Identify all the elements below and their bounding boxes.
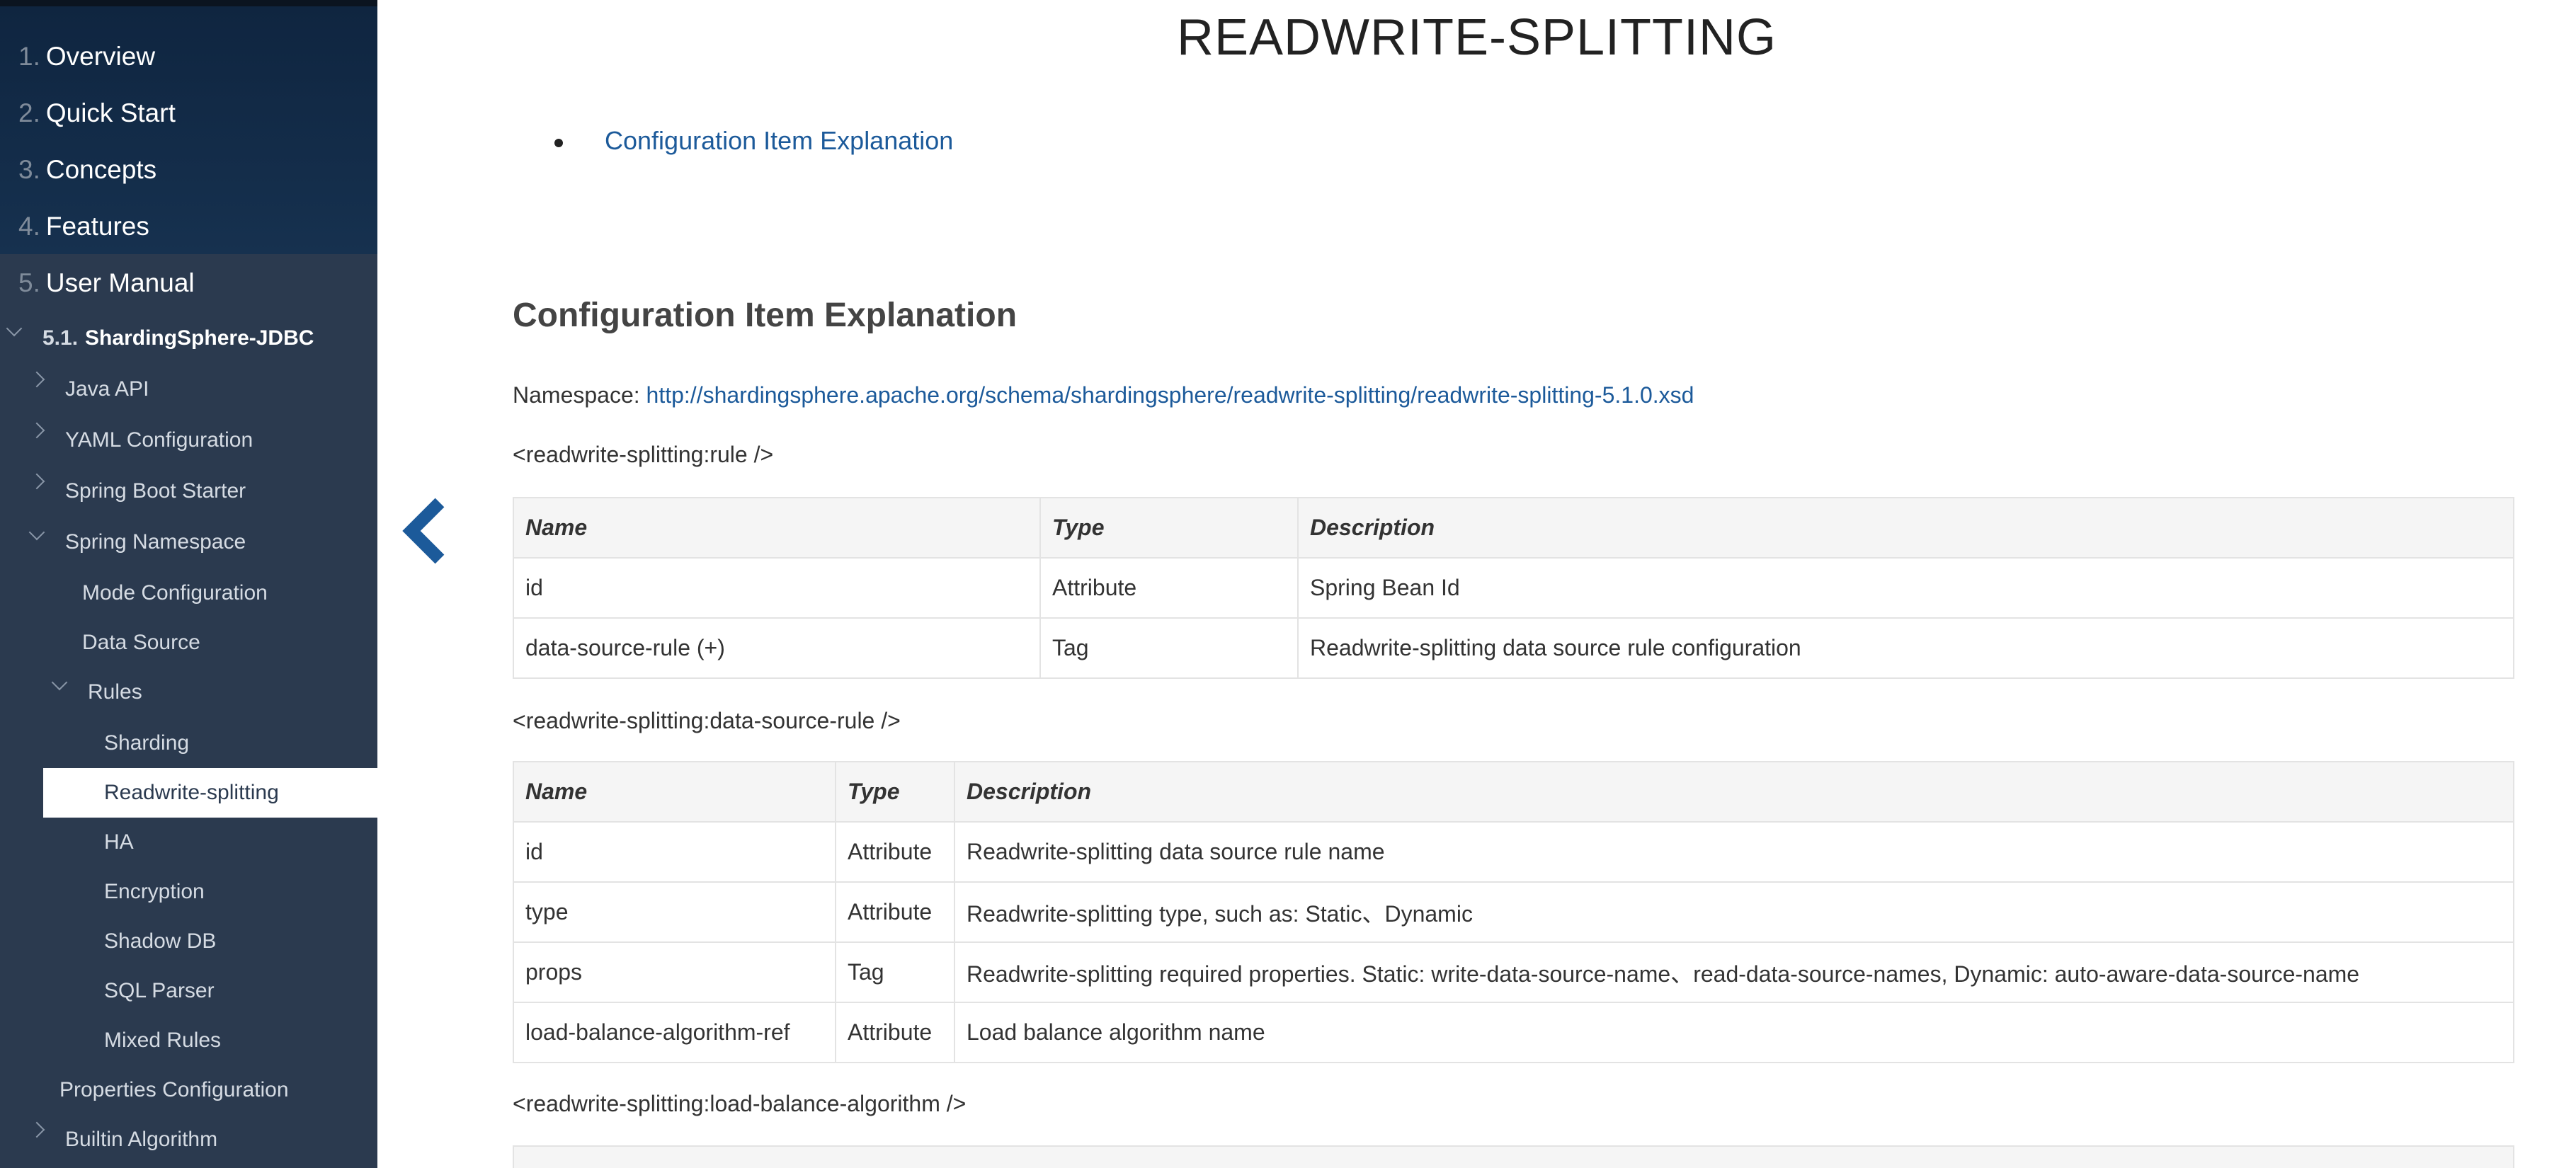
- data-source-rule-tag-text: <readwrite-splitting:data-source-rule />: [513, 708, 901, 733]
- chapter-label: User Manual: [45, 268, 195, 297]
- sidebar-item-properties-configuration[interactable]: Properties Configuration: [59, 1065, 289, 1115]
- sidebar-item-mixed-rules[interactable]: Mixed Rules: [104, 1016, 221, 1065]
- sidebar-item-java-api[interactable]: Java API: [65, 365, 149, 414]
- table-row: load-balance-algorithm-ref Attribute Loa…: [513, 1002, 2514, 1063]
- cell-name: id: [513, 557, 1041, 619]
- table-row: id Attribute Spring Bean Id: [513, 557, 2514, 619]
- sidebar-chapter-overview[interactable]: 1. Overview: [18, 28, 155, 85]
- sidebar-topbar: [0, 0, 377, 6]
- cell-type: Tag: [835, 941, 955, 1003]
- chevron-down-icon[interactable]: [6, 320, 23, 337]
- namespace-link[interactable]: http://shardingsphere.apache.org/schema/…: [646, 382, 1694, 408]
- chapter-number: 4.: [18, 212, 40, 241]
- sidebar-item-ha[interactable]: HA: [104, 818, 134, 867]
- page-title: READWRITE-SPLITTING: [1176, 9, 1777, 66]
- load-balance-tag-text: <readwrite-splitting:load-balance-algori…: [513, 1091, 967, 1116]
- table-row: data-source-rule (+) Tag Readwrite-split…: [513, 617, 2514, 679]
- table-row: id Attribute Readwrite-splitting data so…: [513, 821, 2514, 883]
- sidebar-chapter-user-manual[interactable]: 5. User Manual: [18, 255, 195, 311]
- sidebar-item-mode-configuration[interactable]: Mode Configuration: [82, 568, 268, 618]
- column-header-description: Description: [954, 761, 2514, 823]
- chapter-label: Concepts: [45, 155, 157, 184]
- sidebar-item-yaml-configuration[interactable]: YAML Configuration: [65, 416, 253, 465]
- chevron-right-icon[interactable]: [28, 371, 45, 388]
- sidebar-item-builtin-algorithm[interactable]: Builtin Algorithm: [65, 1115, 217, 1164]
- cell-description: Load balance algorithm name: [954, 1002, 2514, 1063]
- chevron-right-icon[interactable]: [28, 473, 45, 490]
- column-header-type: Type: [1039, 497, 1299, 559]
- sidebar: 1. Overview 2. Quick Start 3. Concepts 4. Fe…: [0, 0, 377, 1168]
- cell-description: Readwrite-splitting type, such as: Stati…: [954, 881, 2514, 943]
- cell-name: props: [513, 941, 836, 1003]
- chapter-label: Overview: [45, 42, 156, 71]
- sidebar-item-readwrite-splitting[interactable]: Readwrite-splitting: [104, 768, 279, 818]
- cell-type: Attribute: [835, 881, 955, 943]
- data-source-rule-config-table: Name Type Description id Attribute Readw…: [513, 761, 2514, 1063]
- column-header-name: Name: [513, 497, 1041, 559]
- cell-type: Attribute: [1039, 557, 1299, 619]
- toc-link-configuration-item-explanation[interactable]: Configuration Item Explanation: [605, 126, 953, 156]
- sidebar-item-data-source[interactable]: Data Source: [82, 618, 200, 668]
- sidebar-chapter-features[interactable]: 4. Features: [18, 198, 149, 255]
- main-content: READWRITE-SPLITTING Configuration Item E…: [377, 0, 2576, 1168]
- sidebar-item-sharding[interactable]: Sharding: [104, 718, 189, 768]
- section-number: 5.1.: [42, 326, 79, 350]
- section-heading: Configuration Item Explanation: [513, 297, 1018, 334]
- sidebar-section-shardingsphere-jdbc[interactable]: 5.1. ShardingSphere-JDBC: [42, 314, 314, 363]
- sidebar-item-spring-namespace[interactable]: Spring Namespace: [65, 517, 246, 567]
- table-header-row: Name Type Description: [513, 497, 2514, 559]
- chapter-number: 2.: [18, 98, 40, 127]
- cell-type: Tag: [1039, 617, 1299, 679]
- sidebar-item-encryption[interactable]: Encryption: [104, 867, 205, 917]
- chevron-down-icon[interactable]: [28, 524, 45, 541]
- sidebar-item-sql-parser[interactable]: SQL Parser: [104, 966, 215, 1016]
- column-header-name: Name: [513, 761, 836, 823]
- cell-name: id: [513, 821, 836, 883]
- column-header-type: Type: [835, 761, 955, 823]
- table-row: props Tag Readwrite-splitting required p…: [513, 941, 2514, 1003]
- cell-description: Readwrite-splitting required properties.…: [954, 941, 2514, 1003]
- cell-name: type: [513, 881, 836, 943]
- rule-config-table: Name Type Description id Attribute Sprin…: [513, 497, 2514, 679]
- cell-description: Readwrite-splitting data source rule nam…: [954, 821, 2514, 883]
- namespace-label: Namespace:: [513, 382, 640, 408]
- table-row: type Attribute Readwrite-splitting type,…: [513, 881, 2514, 943]
- namespace-line: Namespace: http://shardingsphere.apache.…: [513, 382, 1694, 408]
- cell-description: Spring Bean Id: [1297, 557, 2514, 619]
- load-balance-table-header-partial: [513, 1145, 2514, 1168]
- sidebar-item-rules[interactable]: Rules: [88, 668, 142, 717]
- sidebar-chapter-quick-start[interactable]: 2. Quick Start: [18, 85, 176, 142]
- table-header-row: Name Type Description: [513, 761, 2514, 823]
- chapter-label: Quick Start: [45, 98, 176, 127]
- rule-tag-text: <readwrite-splitting:rule />: [513, 442, 774, 467]
- toc-bullet: [554, 139, 563, 147]
- chevron-right-icon[interactable]: [28, 422, 45, 439]
- chapter-label: Features: [45, 212, 149, 241]
- chapter-number: 1.: [18, 42, 40, 71]
- cell-type: Attribute: [835, 821, 955, 883]
- chevron-down-icon[interactable]: [51, 674, 68, 691]
- chapter-number: 5.: [18, 268, 40, 297]
- column-header-description: Description: [1297, 497, 2514, 559]
- sidebar-item-shadow-db[interactable]: Shadow DB: [104, 917, 216, 966]
- chevron-right-icon[interactable]: [28, 1121, 45, 1138]
- sidebar-chapter-concepts[interactable]: 3. Concepts: [18, 142, 156, 198]
- sidebar-item-spring-boot-starter[interactable]: Spring Boot Starter: [65, 466, 246, 516]
- cell-type: Attribute: [835, 1002, 955, 1063]
- section-label: ShardingSphere-JDBC: [85, 326, 314, 350]
- cell-name: data-source-rule (+): [513, 617, 1041, 679]
- chapter-number: 3.: [18, 155, 40, 184]
- cell-name: load-balance-algorithm-ref: [513, 1002, 836, 1063]
- cell-description: Readwrite-splitting data source rule con…: [1297, 617, 2514, 679]
